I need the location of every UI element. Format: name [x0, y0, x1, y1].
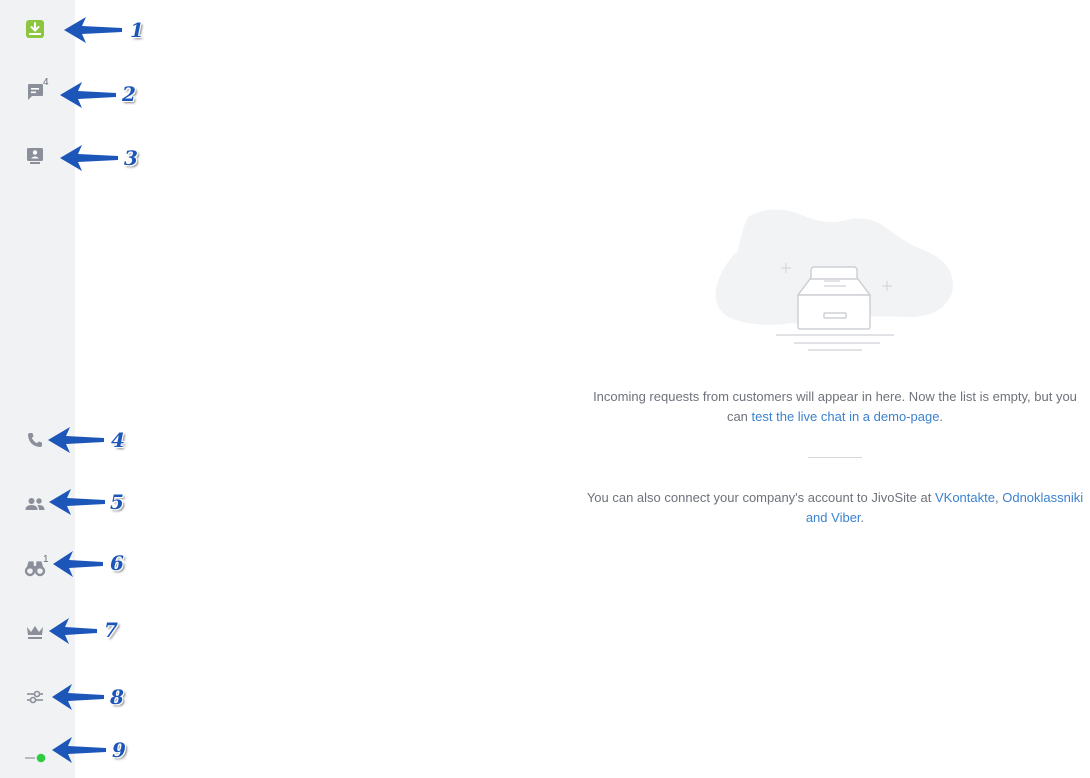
- viber-link[interactable]: Viber: [831, 510, 860, 525]
- status-online-icon: [25, 753, 46, 763]
- sidebar-item-team[interactable]: [22, 491, 48, 517]
- visitors-badge: 1: [43, 554, 49, 565]
- annotation-arrow-8: [52, 684, 104, 710]
- odnoklassniki-link[interactable]: Odnoklassniki: [1002, 490, 1083, 505]
- sidebar-item-premium[interactable]: [22, 619, 48, 645]
- annotation-arrow-6: [53, 551, 103, 577]
- and-text: and: [805, 510, 828, 525]
- sidebar-item-settings[interactable]: [22, 684, 48, 710]
- annotation-number: 4: [111, 428, 125, 452]
- chat-bubble-icon: [28, 84, 43, 100]
- crown-icon: [27, 626, 43, 639]
- sidebar-item-contacts[interactable]: [22, 143, 48, 169]
- empty-inbox-illustration: [715, 209, 953, 351]
- annotation-number: 5: [110, 490, 124, 514]
- divider: [808, 457, 862, 458]
- annotation-arrow-3: [60, 145, 118, 171]
- annotation-arrow-2: [60, 82, 116, 108]
- phone-icon: [28, 433, 42, 447]
- people-icon: [25, 498, 45, 510]
- sidebar-item-calls[interactable]: [22, 427, 48, 453]
- chats-badge: 4: [43, 77, 49, 88]
- annotation-arrow-9: [52, 737, 106, 763]
- annotation-number: 7: [104, 618, 118, 642]
- annotation-number: 6: [110, 551, 124, 575]
- connect-accounts-message: You can also connect your company's acco…: [584, 488, 1086, 528]
- settings-sliders-icon: [27, 690, 43, 704]
- annotation-number: 9: [112, 738, 126, 762]
- annotation-number: 1: [130, 18, 144, 42]
- annotation-number: 8: [110, 685, 124, 709]
- separator: ,: [994, 490, 999, 505]
- sidebar-item-status[interactable]: [22, 744, 48, 770]
- empty-state-message: Incoming requests from customers will ap…: [586, 387, 1084, 427]
- download-box-icon: [26, 20, 44, 38]
- sidebar-item-inbox[interactable]: [22, 16, 48, 42]
- demo-page-link[interactable]: test the live chat in a demo-page: [752, 409, 940, 424]
- contact-card-icon: [27, 148, 43, 164]
- annotation-arrow-1: [64, 17, 122, 43]
- sidebar: 4 1: [0, 0, 75, 778]
- annotation-arrow-5: [49, 489, 105, 515]
- vkontakte-link[interactable]: VKontakte: [935, 490, 995, 505]
- annotation-number: 2: [122, 82, 136, 106]
- annotation-number: 3: [124, 146, 138, 170]
- annotation-arrow-7: [49, 618, 97, 644]
- annotation-arrow-4: [48, 427, 104, 453]
- period: .: [939, 409, 944, 424]
- connect-text: You can also connect your company's acco…: [586, 490, 932, 505]
- period: .: [860, 510, 865, 525]
